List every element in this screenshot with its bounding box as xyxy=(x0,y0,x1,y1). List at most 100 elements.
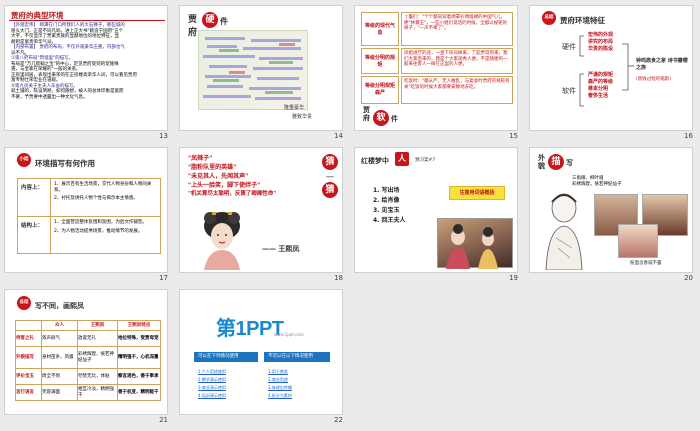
description-line: 彩绣辉煌，恍若神妃仙子 xyxy=(572,181,622,187)
table-divider xyxy=(18,216,160,217)
summary-badge: 总结 xyxy=(17,296,31,310)
heading-char: 写 xyxy=(566,159,573,167)
task-item: 3. 见宝玉 xyxy=(373,207,400,214)
row-text-box: 吃饭时："都从严，无人敢乱，与宴会时贾府的规矩有关"吃饭的时候大家都要安静地去吃… xyxy=(401,76,513,104)
table-header: 王熙凤特点 xyxy=(117,320,161,331)
hint-text: 注意用词语概括 xyxy=(459,190,495,196)
row-head: 言行语言 xyxy=(15,384,42,401)
slide-number: 22 xyxy=(334,416,343,424)
conclusion-note: (衰败过程的缩影) xyxy=(636,77,672,82)
subtitle: 预习案#7 xyxy=(415,158,436,163)
table-header: 王熙凤 xyxy=(77,320,118,331)
body-line: 不奢，予贾要中透露出一种文化气息。 xyxy=(11,94,88,100)
slide-number: 20 xyxy=(684,274,693,282)
row-label: 结构上： xyxy=(21,223,44,229)
table-row: 言行语言 笑容满面 相互冷淡，精明强干 善于机变，精明能干 xyxy=(15,384,161,401)
task-item: 4. 回王夫人 xyxy=(373,217,406,224)
hard-items: 宏伟的外观 讲究的布局 华贵的陈设 xyxy=(588,32,613,53)
row-head: 评价宝玉 xyxy=(15,368,42,385)
answer: —— 王熙凤 xyxy=(262,245,300,253)
table-row: 待客之礼 敛声屏气 放诞无礼 地位特殊，受贾母宠 xyxy=(15,330,161,347)
lady-portrait-icon xyxy=(204,212,240,270)
row-label: 等级分明规矩森严 xyxy=(364,83,395,96)
caption: 粉面含春威不露 xyxy=(630,261,662,266)
table-row: 外貌描写 身材苗条，风骚 彩绣辉煌，恍若神妃仙子 精明强干，心机深重 xyxy=(15,346,161,369)
table-cell: 笑容满面 xyxy=(41,384,78,401)
portrait-image xyxy=(194,206,250,270)
slide-number: 17 xyxy=(159,274,168,282)
table-row: 评价宝玉 周全不到 夸赞无比，体贴 察言观色，善于奉承 xyxy=(15,368,161,385)
table-cell: 彩绣辉煌，恍若神妃仙子 xyxy=(77,346,118,369)
row-head: 待客之礼 xyxy=(15,330,42,347)
actress-photo xyxy=(618,224,658,258)
usage-link[interactable]: 3.修改后传播 xyxy=(268,384,328,392)
forbidden-usage-button[interactable]: 不可以在以下情况使用 xyxy=(264,352,330,362)
allowed-links: 1.个人用途使用 2.教学演示使用 3.商业演示使用 4.培训演示使用 xyxy=(198,368,258,400)
slide-number: 14 xyxy=(334,132,343,140)
quote: "未见其人，先闻其声" xyxy=(188,173,249,180)
table-divider xyxy=(50,179,51,253)
slide-number: 19 xyxy=(509,274,518,282)
slide-title: 写不同，画熙凤 xyxy=(35,302,84,310)
usage-panel: 可以在下列情况使用 不可以在以下情况使用 1.个人用途使用 2.教学演示使用 3… xyxy=(180,350,342,414)
drama-scene-icon xyxy=(446,224,498,269)
usage-link[interactable]: 3.商业演示使用 xyxy=(198,384,258,392)
table-cell: 精明强干，心机深重 xyxy=(117,346,161,369)
slide-thumbnail-14[interactable]: 贾 府 硬 件 隆重豪华 雅致华贵 xyxy=(179,5,343,131)
slide-thumbnail-15[interactable]: 等级的现代气息 丫鬟们："个个都同穿着绸罩衫绸缎裙的中国气儿，便"林黛玉"，一些… xyxy=(354,5,518,131)
guess-stamp: 猜 xyxy=(322,154,338,170)
slide-thumbnail-21[interactable]: 总结 写不同，画熙凤 众人 王熙凤 王熙凤特点 待客之礼 敛声屏气 放诞无礼 地… xyxy=(4,289,168,415)
allowed-usage-button[interactable]: 可以在下列情况使用 xyxy=(194,352,258,362)
sketch-portrait xyxy=(538,188,590,271)
slide-thumbnail-13[interactable]: 贾府的典型环境 【外观宏伟】 郑潭在门口所我们人的大石狮子，那些城的 兽头大门，… xyxy=(4,5,168,131)
usage-link[interactable]: 4.拆分为素材 xyxy=(268,392,328,400)
slide-title: 环境描写有何作用 xyxy=(35,159,95,168)
person-stamp: 人 xyxy=(395,152,409,166)
quote: "凤辣子" xyxy=(188,155,213,162)
quote-list: "凤辣子" "脂粉队里的英雄" "未见其人，先闻其声" "上头一脸笑，脚下使绊子… xyxy=(188,154,318,199)
table-header-row: 众人 王熙凤 王熙凤特点 xyxy=(15,320,161,331)
usage-link[interactable]: 1.用于倒卖 xyxy=(268,368,328,376)
slide-thumbnail-22[interactable]: 第1PPT www.1ppt.com 可以在下列情况使用 不可以在以下情况使用 … xyxy=(179,289,343,415)
heading-char: 贾 xyxy=(363,106,370,114)
photo-collage xyxy=(594,194,690,260)
heading-char: 府 xyxy=(363,114,370,122)
soft-items: 严谨的规矩 森严的等级 尊卑分明 奢侈生活 xyxy=(588,72,613,100)
table-cell: 相互冷淡，精明强干 xyxy=(77,384,118,401)
quote: "上头一脸笑，脚下使绊子" xyxy=(188,182,261,189)
row-label: 内容上： xyxy=(21,185,44,191)
slide-thumbnail-19[interactable]: 红楼梦中 人 预习案#7 1. 写出场 2. 绘肖像 3. 见宝玉 4. 回王夫… xyxy=(354,147,518,273)
table-cell: 放诞无礼 xyxy=(77,330,118,347)
slide-heading: 贾 府 xyxy=(188,12,197,38)
slide-thumbnail-20[interactable]: 外貌 描 写 三角眼、柳叶眉 彩绣辉煌，恍若神妃仙子 粉面含春威不露 xyxy=(529,147,693,273)
soft-item: 奢侈生活 xyxy=(588,93,609,99)
row-text-box: 丫鬟们："个个都同穿着绸罩衫绸缎裙的中国气儿，便"林黛玉"，一些小姐们说话的时候… xyxy=(401,12,513,46)
table-cell: 善于机变，精明能干 xyxy=(117,384,161,401)
architecture-sketch-icon xyxy=(203,37,303,100)
quote: "脂粉队里的英雄" xyxy=(188,164,237,171)
usage-link[interactable]: 2.商业用途 xyxy=(268,376,328,384)
conclusion: 钟鸣鼎食之家 诗书簪缨之族 xyxy=(636,58,688,71)
effects-table: 内容上： 1、展示百有生活场景，交代人物身份和人物间关系。 2、衬托及烘托人物个… xyxy=(17,178,161,254)
forbidden-links: 1.用于倒卖 2.商业用途 3.修改后传播 4.拆分为素材 xyxy=(268,368,328,400)
title-rule xyxy=(9,20,165,21)
usage-link[interactable]: 2.教学演示使用 xyxy=(198,376,258,384)
caption-a: 隆重豪华 xyxy=(284,105,305,111)
heading-char: 件 xyxy=(220,17,228,26)
usage-link[interactable]: 1.个人用途使用 xyxy=(198,368,258,376)
slide-body: 【外观宏伟】 郑潭在门口所我们人的大石狮子，那些城的 兽头大门，正是不同凡响，进… xyxy=(11,23,165,100)
describe-stamp: 描 xyxy=(548,154,564,170)
hard-item: 宏伟的外观 xyxy=(588,32,614,38)
slide-thumbnail-18[interactable]: "凤辣子" "脂粉队里的英雄" "未见其人，先闻其声" "上头一脸笑，脚下使绊子… xyxy=(179,147,343,273)
row-head: 外貌描写 xyxy=(15,346,42,369)
usage-link[interactable]: 4.培训演示使用 xyxy=(198,392,258,400)
row-item: 1、展示百有生活场景，交代人物身份和人物间关系。 xyxy=(54,182,152,193)
slide-thumbnail-17[interactable]: 小结 环境描写有何作用 内容上： 1、展示百有生活场景，交代人物身份和人物间关系… xyxy=(4,147,168,273)
soft-item: 尊卑分明 xyxy=(588,86,609,92)
drama-photo xyxy=(437,218,513,269)
row-item: 2、衬托及烘托人物个性与揭示本主情感。 xyxy=(54,196,138,201)
task-item: 1. 写出场 xyxy=(373,187,400,194)
row-items: 1、全面营造整体氛围和氛围，为后文作铺垫。 2、为人物活动提供场景，推动情节的发… xyxy=(54,220,158,234)
description-lines: 三角眼、柳叶眉 彩绣辉煌，恍若神妃仙子 xyxy=(572,176,662,187)
slide-thumbnail-16[interactable]: 总结 贾府环境特征 硬件 软件 宏伟的外观 讲究的布局 华贵的陈设 严谨的规矩 … xyxy=(529,5,693,131)
